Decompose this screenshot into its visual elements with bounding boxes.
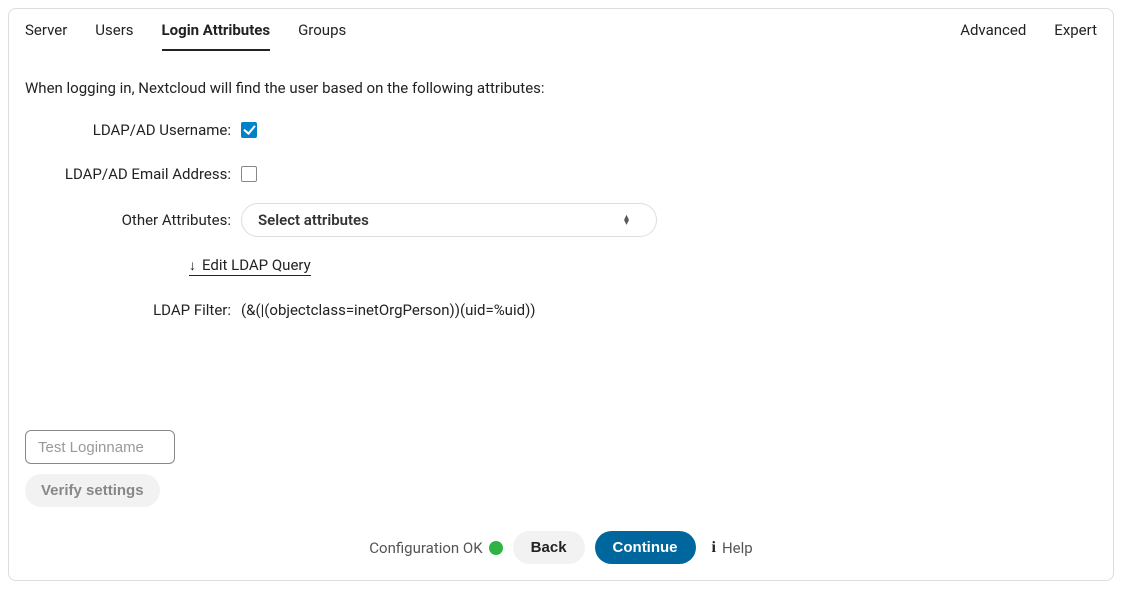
content-area: When logging in, Nextcloud will find the…	[9, 51, 1113, 325]
ldap-wizard-panel: Server Users Login Attributes Groups Adv…	[8, 8, 1114, 581]
row-other-attributes: Other Attributes: Select attributes ▴▾	[25, 203, 1097, 237]
tab-server[interactable]: Server	[25, 21, 67, 51]
tabs-left: Server Users Login Attributes Groups	[25, 21, 346, 51]
intro-text: When logging in, Nextcloud will find the…	[25, 79, 1097, 97]
config-status-text: Configuration OK	[369, 539, 482, 557]
bottom-area: Verify settings Configuration OK Back Co…	[25, 430, 1097, 564]
select-other-attributes[interactable]: Select attributes	[241, 203, 657, 237]
test-loginname-input[interactable]	[25, 430, 175, 464]
edit-ldap-query-toggle[interactable]: ↓ Edit LDAP Query	[189, 256, 311, 276]
tabs-right: Advanced Expert	[960, 21, 1097, 51]
tab-login-attributes[interactable]: Login Attributes	[162, 21, 271, 51]
select-other-attributes-wrap: Select attributes ▴▾	[241, 203, 657, 237]
footer-controls: Configuration OK Back Continue i Help	[25, 531, 1097, 564]
tab-bar: Server Users Login Attributes Groups Adv…	[9, 9, 1113, 51]
edit-query-label: Edit LDAP Query	[202, 256, 311, 274]
verify-settings-button[interactable]: Verify settings	[25, 474, 160, 507]
ldap-filter-value: (&(|(objectclass=inetOrgPerson))(uid=%ui…	[241, 301, 536, 319]
label-other: Other Attributes:	[25, 211, 241, 229]
row-ldap-filter: LDAP Filter: (&(|(objectclass=inetOrgPer…	[25, 295, 1097, 325]
info-icon: i	[712, 539, 716, 557]
label-filter: LDAP Filter:	[25, 301, 241, 319]
row-edit-query: ↓ Edit LDAP Query	[25, 251, 1097, 281]
row-email: LDAP/AD Email Address:	[25, 159, 1097, 189]
tab-users[interactable]: Users	[95, 21, 133, 51]
checkbox-username[interactable]	[241, 122, 257, 138]
label-username: LDAP/AD Username:	[25, 121, 241, 139]
config-status: Configuration OK	[369, 539, 502, 557]
row-username: LDAP/AD Username:	[25, 115, 1097, 145]
help-label: Help	[722, 539, 753, 557]
tab-groups[interactable]: Groups	[298, 21, 346, 51]
checkbox-email[interactable]	[241, 166, 257, 182]
status-ok-icon	[489, 541, 503, 555]
continue-button[interactable]: Continue	[595, 531, 696, 564]
select-other-attributes-text: Select attributes	[258, 211, 369, 229]
tab-advanced[interactable]: Advanced	[960, 21, 1026, 51]
help-link[interactable]: i Help	[712, 539, 753, 557]
arrow-down-icon: ↓	[189, 257, 196, 274]
back-button[interactable]: Back	[513, 531, 585, 564]
label-email: LDAP/AD Email Address:	[25, 165, 241, 183]
tab-expert[interactable]: Expert	[1054, 21, 1097, 51]
